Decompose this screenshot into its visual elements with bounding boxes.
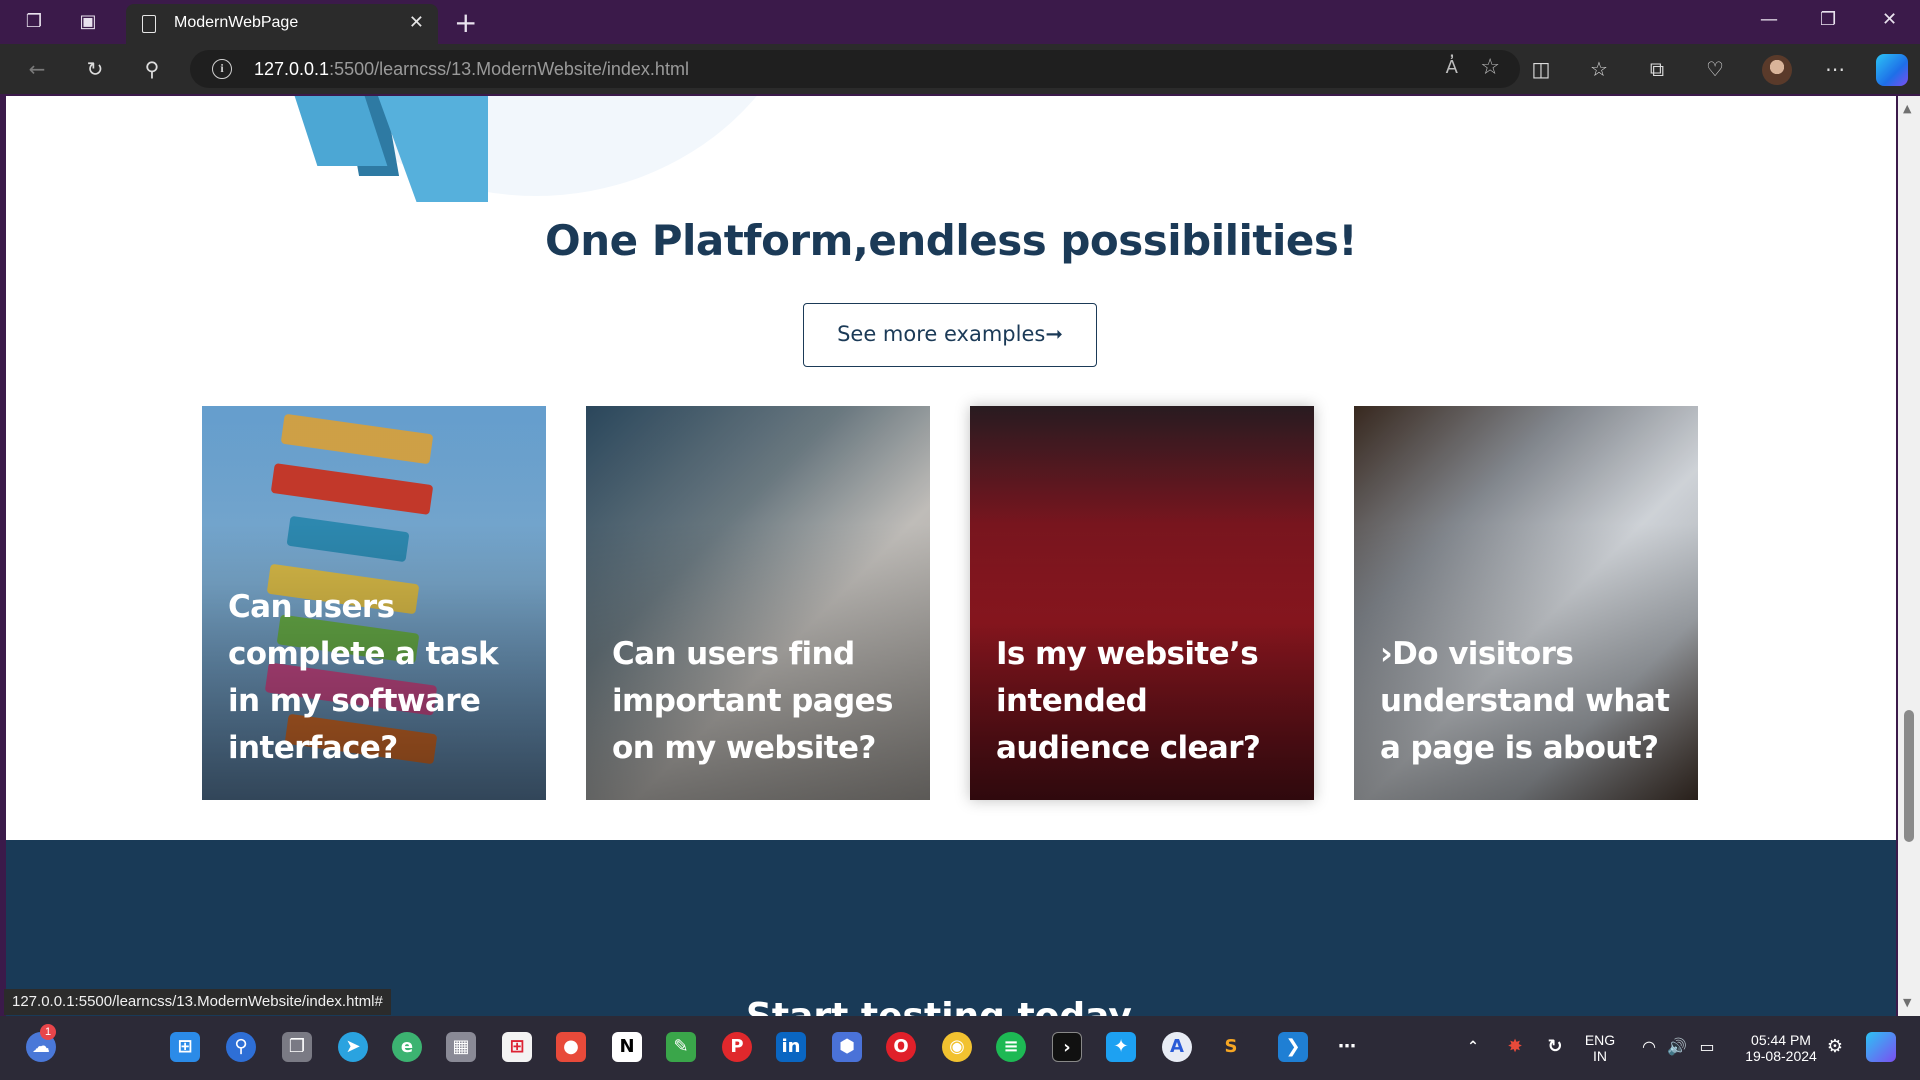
split-screen-icon[interactable]: ◫ bbox=[1528, 56, 1554, 82]
card-caption: Can users complete a task in my software… bbox=[228, 589, 499, 766]
card-caption: Can users find important pages on my web… bbox=[612, 636, 894, 766]
copilot-taskbar-icon[interactable] bbox=[1866, 1032, 1896, 1062]
profile-avatar[interactable] bbox=[1762, 55, 1792, 85]
browser-essentials-icon[interactable]: ♡ bbox=[1702, 56, 1728, 82]
site-info-icon[interactable]: i bbox=[212, 59, 232, 79]
card-caption: ›Do visitors understand what a page is a… bbox=[1380, 636, 1670, 766]
cube-app-icon[interactable]: ⬢ bbox=[832, 1032, 862, 1062]
url-text[interactable]: 127.0.0.1:5500/learncss/13.ModernWebsite… bbox=[254, 59, 689, 80]
sync-icon[interactable]: ↻ bbox=[1540, 1032, 1570, 1062]
pen-icon[interactable]: ✎ bbox=[666, 1032, 696, 1062]
page-viewport: One Platform,endless possibilities! See … bbox=[6, 96, 1896, 1016]
opera-icon[interactable]: O bbox=[886, 1032, 916, 1062]
clock[interactable]: 05:44 PM 19-08-2024 bbox=[1736, 1032, 1826, 1064]
document-icon bbox=[142, 15, 156, 33]
pinterest-icon[interactable]: P bbox=[722, 1032, 752, 1062]
browser-toolbar: ← ↻ ⚲ i 127.0.0.1:5500/learncss/13.Moder… bbox=[0, 44, 1920, 94]
restore-icon[interactable]: ❐ bbox=[1820, 9, 1836, 30]
notion-icon[interactable]: N bbox=[612, 1032, 642, 1062]
footer-heading: Start testing today bbox=[746, 996, 1132, 1016]
search-taskbar-icon[interactable]: ⚲ bbox=[226, 1032, 256, 1062]
example-card[interactable]: Can users find important pages on my web… bbox=[586, 406, 930, 800]
telegram-icon[interactable]: ➤ bbox=[338, 1032, 368, 1062]
tab-title: ModernWebPage bbox=[174, 14, 299, 31]
chrome-icon[interactable]: ◉ bbox=[942, 1032, 972, 1062]
edge-icon[interactable]: e bbox=[392, 1032, 422, 1062]
address-bar[interactable]: i 127.0.0.1:5500/learncss/13.ModernWebsi… bbox=[190, 50, 1520, 88]
example-card[interactable]: ›Do visitors understand what a page is a… bbox=[1354, 406, 1698, 800]
workspaces-icon[interactable]: ❐ bbox=[22, 10, 46, 34]
browser-title-bar: ❐ ▣ ModernWebPage ✕ + — ❐ ✕ bbox=[0, 0, 1920, 44]
tab-modernwebpage[interactable]: ModernWebPage ✕ bbox=[126, 4, 438, 44]
back-icon[interactable]: ← bbox=[24, 56, 50, 82]
terminal-icon[interactable]: › bbox=[1052, 1032, 1082, 1062]
see-more-examples-button[interactable]: See more examples➞ bbox=[803, 303, 1097, 367]
task-view-icon[interactable]: ❐ bbox=[282, 1032, 312, 1062]
wifi-icon[interactable]: ◠ bbox=[1634, 1032, 1664, 1062]
app-store-icon[interactable]: A bbox=[1162, 1032, 1192, 1062]
section-headline: One Platform,endless possibilities! bbox=[545, 216, 1358, 265]
refresh-icon[interactable]: ↻ bbox=[82, 56, 108, 82]
scrollbar-thumb[interactable] bbox=[1904, 710, 1914, 842]
spotify-icon[interactable]: ≡ bbox=[996, 1032, 1026, 1062]
notification-badge: 1 bbox=[40, 1024, 56, 1040]
favorites-icon[interactable]: ☆ bbox=[1586, 56, 1612, 82]
copilot-icon[interactable] bbox=[1876, 54, 1908, 86]
more-apps-icon[interactable]: ⋯ bbox=[1332, 1032, 1362, 1062]
start-icon[interactable]: ⊞ bbox=[170, 1032, 200, 1062]
example-card[interactable]: Is my website’s intended audience clear? bbox=[970, 406, 1314, 800]
volume-icon[interactable]: 🔊 bbox=[1662, 1032, 1692, 1062]
more-menu-icon[interactable]: ⋯ bbox=[1822, 56, 1848, 82]
favorite-star-icon[interactable]: ☆ bbox=[1480, 55, 1500, 80]
close-tab-icon[interactable]: ✕ bbox=[409, 12, 424, 33]
read-aloud-icon[interactable]: A̓ bbox=[1446, 57, 1458, 78]
camera-icon[interactable]: ● bbox=[556, 1032, 586, 1062]
example-card[interactable]: Can users complete a task in my software… bbox=[202, 406, 546, 800]
vscode-icon[interactable]: ❯ bbox=[1278, 1032, 1308, 1062]
scroll-down-icon[interactable]: ▼ bbox=[1903, 996, 1911, 1009]
language-indicator[interactable]: ENG IN bbox=[1582, 1032, 1618, 1064]
settings-icon[interactable]: ⚙ bbox=[1820, 1032, 1850, 1062]
close-window-icon[interactable]: ✕ bbox=[1882, 9, 1897, 30]
minimize-icon[interactable]: — bbox=[1760, 9, 1778, 30]
search-icon[interactable]: ⚲ bbox=[139, 56, 165, 82]
tab-actions-icon[interactable]: ▣ bbox=[76, 10, 100, 34]
link-preview-status: 127.0.0.1:5500/learncss/13.ModernWebsite… bbox=[4, 989, 391, 1015]
battery-icon[interactable]: ▭ bbox=[1692, 1032, 1722, 1062]
collections-icon[interactable]: ⧉ bbox=[1644, 56, 1670, 82]
microsoft-store-icon[interactable]: ⊞ bbox=[502, 1032, 532, 1062]
show-hidden-icons[interactable]: ⌃ bbox=[1458, 1032, 1488, 1062]
linkedin-icon[interactable]: in bbox=[776, 1032, 806, 1062]
sublime-icon[interactable]: S bbox=[1216, 1032, 1246, 1062]
card-caption: Is my website’s intended audience clear? bbox=[996, 636, 1261, 766]
scroll-up-icon[interactable]: ▲ bbox=[1903, 102, 1911, 115]
page-scrollbar[interactable]: ▲ ▼ bbox=[1898, 96, 1920, 1016]
twitter-icon[interactable]: ✦ bbox=[1106, 1032, 1136, 1062]
new-tab-icon[interactable]: + bbox=[454, 6, 477, 39]
store-box-icon[interactable]: ▦ bbox=[446, 1032, 476, 1062]
windows-taskbar: ☁ 1 ⊞ ⚲ ❐ ➤ e ▦ ⊞ ● N ✎ P in ⬢ O ◉ ≡ › ✦… bbox=[0, 1016, 1920, 1080]
tray-app-icon[interactable]: ✸ bbox=[1500, 1032, 1530, 1062]
